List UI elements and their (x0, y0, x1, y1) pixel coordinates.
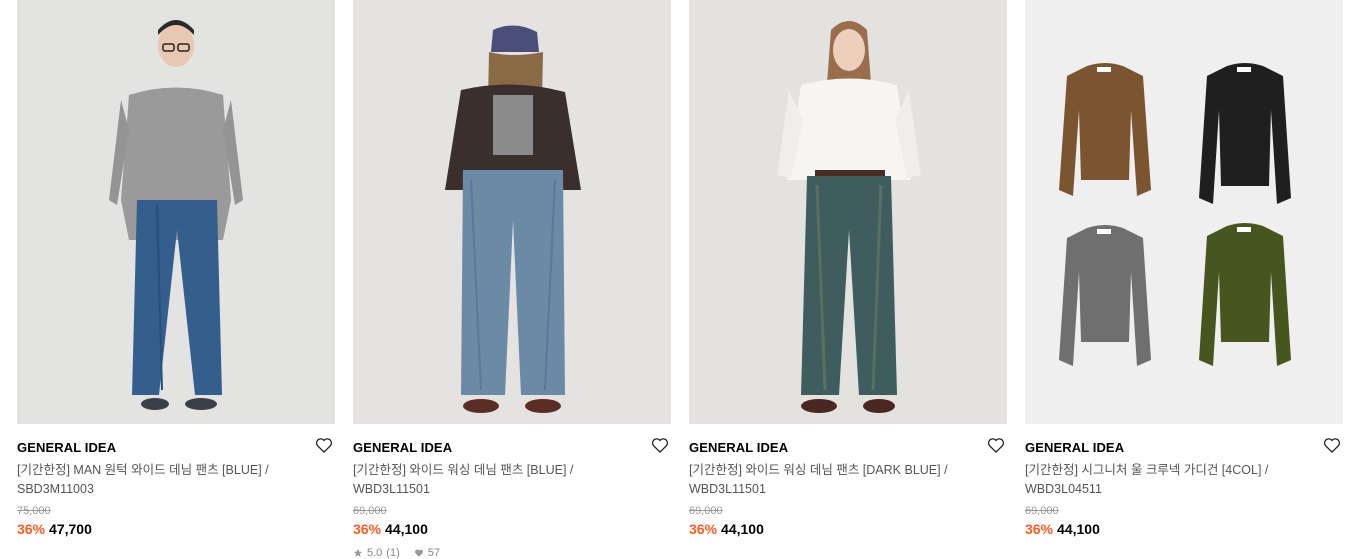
model-woman-cap-denim-photo (353, 0, 671, 424)
heart-icon[interactable] (986, 435, 1006, 455)
brand-name[interactable]: GENERAL IDEA (689, 439, 1007, 457)
product-grid: GENERAL IDEA [기간한정] MAN 원턱 와이드 데님 팬츠 [BL… (0, 0, 1348, 559)
original-price: 75,000 (17, 505, 51, 517)
product-card[interactable]: GENERAL IDEA [기간한정] 와이드 워싱 데님 팬츠 [BLUE] … (353, 0, 671, 559)
product-image[interactable] (1025, 0, 1343, 424)
price-row: 36% 44,100 (353, 520, 671, 538)
discount-rate: 36% (17, 521, 46, 537)
heart-icon[interactable] (314, 435, 334, 455)
heart-icon[interactable] (650, 435, 670, 455)
sale-price: 44,100 (721, 521, 764, 537)
original-price: 69,000 (353, 505, 387, 517)
star-icon (353, 548, 363, 557)
heart-icon[interactable] (1322, 435, 1342, 455)
product-title[interactable]: [기간한정] MAN 원턱 와이드 데님 팬츠 [BLUE] / SBD3M11… (17, 461, 309, 499)
product-title[interactable]: [기간한정] 와이드 워싱 데님 팬츠 [DARK BLUE] / WBD3L1… (689, 461, 981, 499)
brand-name[interactable]: GENERAL IDEA (353, 439, 671, 457)
model-woman-shirt-denim-photo (689, 0, 1007, 424)
price-row: 36% 44,100 (1025, 520, 1343, 538)
product-card[interactable]: GENERAL IDEA [기간한정] 시그니처 울 크루넥 가디건 [4COL… (1025, 0, 1343, 538)
product-image[interactable] (353, 0, 671, 424)
model-man-denim-photo (17, 0, 335, 424)
brand-name[interactable]: GENERAL IDEA (17, 439, 335, 457)
cardigan-four-colors-photo (1025, 0, 1343, 424)
original-price: 69,000 (1025, 505, 1059, 517)
product-card[interactable]: GENERAL IDEA [기간한정] 와이드 워싱 데님 팬츠 [DARK B… (689, 0, 1007, 538)
sale-price: 44,100 (1057, 521, 1100, 537)
discount-rate: 36% (1025, 521, 1054, 537)
sale-price: 44,100 (385, 521, 428, 537)
cardigan-black (1199, 63, 1291, 204)
price-row: 36% 47,700 (17, 520, 335, 538)
original-price: 69,000 (689, 505, 723, 517)
product-title[interactable]: [기간한정] 와이드 워싱 데님 팬츠 [BLUE] / WBD3L11501 (353, 461, 645, 499)
heart-count-icon (414, 549, 423, 557)
product-title[interactable]: [기간한정] 시그니처 울 크루넥 가디건 [4COL] / WBD3L0451… (1025, 461, 1317, 499)
discount-rate: 36% (353, 521, 382, 537)
sale-price: 47,700 (49, 521, 92, 537)
price-row: 36% 44,100 (689, 520, 1007, 538)
product-image[interactable] (17, 0, 335, 424)
cardigan-brown (1059, 63, 1151, 196)
brand-name[interactable]: GENERAL IDEA (1025, 439, 1343, 457)
discount-rate: 36% (689, 521, 718, 537)
product-image[interactable] (689, 0, 1007, 424)
product-card[interactable]: GENERAL IDEA [기간한정] MAN 원턱 와이드 데님 팬츠 [BL… (17, 0, 335, 538)
